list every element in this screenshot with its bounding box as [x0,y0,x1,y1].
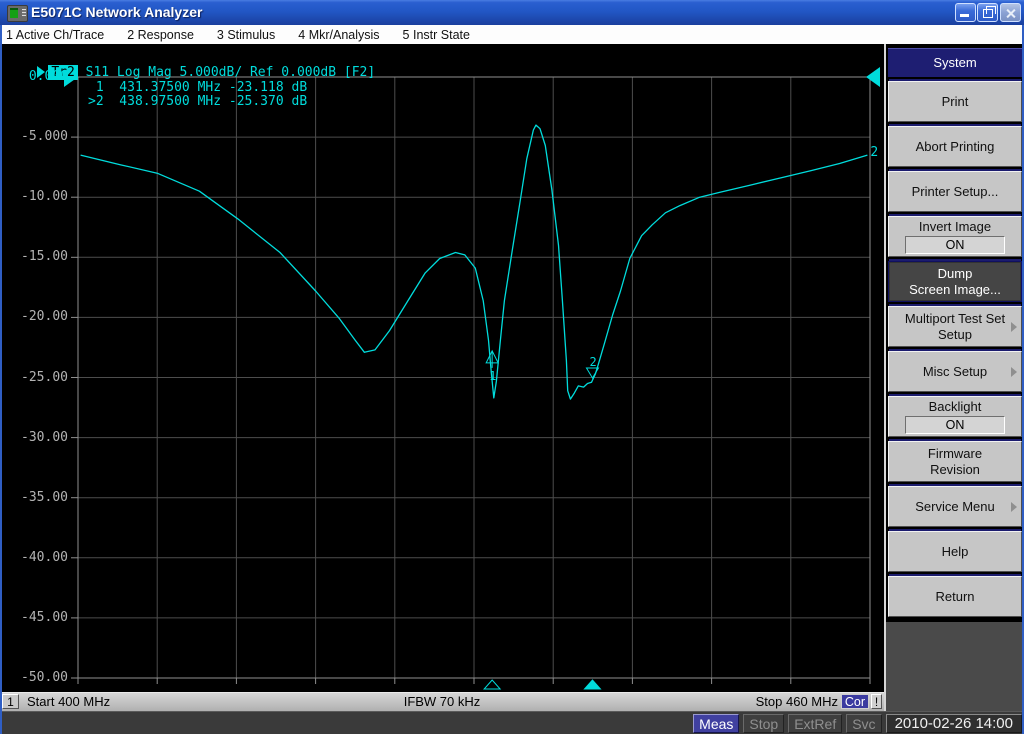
marker-readout: 1 431.37500 MHz -23.118 dB >2 438.97500 M… [88,81,307,109]
softkey-label: Return [935,588,975,604]
y-axis-label: -45.00 [21,609,68,625]
softkey-misc-setup[interactable]: Misc Setup [888,351,1022,392]
plot-area[interactable]: 2 1 2 [0,44,884,692]
correction-badge: Cor [840,694,869,709]
y-axis-label: -30.00 [21,429,68,445]
y-axis-label: -40.00 [21,549,68,565]
softkey-label: Screen Image... [909,281,1001,297]
trace-status-line: Tr2 S11 Log Mag 5.000dB/ Ref 0.000dB [F2… [6,50,375,80]
softkey-printer-setup[interactable]: Printer Setup... [888,171,1022,212]
softkey-label: Abort Printing [915,138,995,154]
status-datetime: 2010-02-26 14:00 [885,713,1022,733]
submenu-arrow-icon [1011,501,1017,512]
restore-button[interactable] [977,3,998,22]
trace-format-text: S11 Log Mag 5.000dB/ Ref 0.000dB [F2] [77,65,376,80]
restore-icon [983,6,996,18]
window-title: E5071C Network Analyzer [31,4,203,20]
menu-2-response[interactable]: 2 Response [127,28,194,42]
softkey-label: Help [941,543,969,559]
minimize-button[interactable] [955,3,976,22]
window-left-edge [0,25,2,734]
softkey-menu-title: System [888,48,1022,77]
app-icon-screen [10,8,18,18]
svg-text:2: 2 [589,355,596,369]
softkey-label: Dump [937,265,973,281]
status-stop: Stop [743,713,785,733]
y-axis-label: -10.00 [21,189,68,205]
close-button[interactable] [1000,3,1021,22]
marker-2: 2 [585,355,600,379]
softkey-label: Misc Setup [922,363,988,379]
y-axis-label: -50.00 [21,670,68,685]
softkey-invert-image[interactable]: Invert Image ON [888,216,1022,257]
softkey-bottom-panel [886,622,1024,711]
status-svc: Svc [846,713,882,733]
instrument-status-bar: Meas Stop ExtRef Svc 2010-02-26 14:00 [0,711,1024,734]
svg-text:1: 1 [489,369,496,383]
menu-1-active-ch-trace[interactable]: 1 Active Ch/Trace [6,28,104,42]
softkey-label: Firmware [927,445,983,461]
close-icon [1006,8,1016,19]
softkey-label: Revision [930,461,980,477]
softkey-label: Setup [938,326,972,342]
y-axis-label: -25.00 [21,369,68,385]
app-icon-buttons [22,9,26,16]
softkey-backlight[interactable]: Backlight ON [888,396,1022,437]
submenu-arrow-icon [1011,366,1017,377]
menu-3-stimulus[interactable]: 3 Stimulus [217,28,275,42]
softkey-service-menu[interactable]: Service Menu [888,486,1022,527]
softkey-label: Multiport Test Set [904,310,1006,326]
softkey-value: ON [905,236,1005,254]
softkey-label: Invert Image [918,219,992,234]
channel-status-bar: 1 Start 400 MHz IFBW 70 kHz Stop 460 MHz… [0,692,884,711]
menu-bar: 1 Active Ch/Trace 2 Response 3 Stimulus 4 M… [0,25,1024,44]
title-bar: E5071C Network Analyzer [0,0,1024,25]
status-extref: ExtRef [788,713,843,733]
softkey-value: ON [905,416,1005,434]
ifbw-label: IFBW 70 kHz [403,694,481,709]
menu-5-instr-state[interactable]: 5 Instr State [403,28,470,42]
y-axis-label: -35.00 [21,489,68,505]
app-icon [7,5,28,22]
y-axis-label: -20.00 [21,309,68,325]
minimize-icon [960,14,969,17]
y-axis-label: -5.000 [21,129,68,145]
menu-4-mkr-analysis[interactable]: 4 Mkr/Analysis [298,28,379,42]
marker-1-stimulus-indicator[interactable] [483,679,502,690]
stop-frequency-label: Stop 460 MHz [755,694,838,709]
softkey-return[interactable]: Return [888,576,1022,617]
marker-readout-row: 1 431.37500 MHz -23.118 dB [88,80,308,95]
softkey-label: Backlight [928,399,982,414]
trace-end-label: 2 [870,145,878,160]
softkey-label: Print [941,93,969,109]
ref-level-arrow-right[interactable] [866,67,880,87]
y-axis-label: -15.00 [21,249,68,265]
softkey-firmware-revision[interactable]: Firmware Revision [888,441,1022,482]
softkey-print[interactable]: Print [888,81,1022,122]
app-window: E5071C Network Analyzer 1 Active Ch/Trac… [0,0,1024,734]
submenu-arrow-icon [1011,321,1017,332]
softkey-multiport-test-set-setup[interactable]: Multiport Test Set Setup [888,306,1022,347]
softkey-abort-printing[interactable]: Abort Printing [888,126,1022,167]
softkey-label: Service Menu [915,498,995,514]
softkey-label: Printer Setup... [911,183,999,199]
marker-2-stimulus-indicator[interactable] [583,679,602,690]
marker-readout-row: >2 438.97500 MHz -25.370 dB [88,94,308,109]
marker-1: 1 [485,349,499,383]
y-axis-label: 0.000 [28,69,68,84]
softkey-help[interactable]: Help [888,531,1022,572]
alert-badge: ! [871,694,882,709]
softkey-dump-screen-image[interactable]: Dump Screen Image... [888,261,1022,302]
status-meas: Meas [693,713,740,733]
screen-softkey-divider [884,44,886,711]
